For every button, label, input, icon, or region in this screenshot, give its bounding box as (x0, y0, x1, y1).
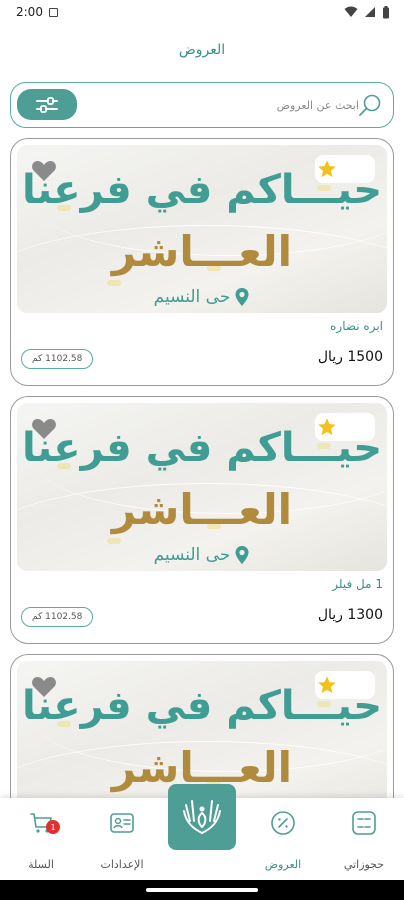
decor-dot (107, 538, 121, 544)
home-fab-button[interactable] (168, 784, 236, 850)
location-pin-icon (235, 288, 249, 306)
status-time: 2:00 (16, 5, 43, 19)
rating-badge (315, 413, 375, 441)
nav-label-cart: السلة (28, 858, 54, 871)
heart-icon[interactable] (31, 159, 57, 183)
home-gesture-handle[interactable] (146, 888, 258, 892)
search-icon[interactable] (357, 92, 383, 118)
distance-badge: 1102.58 كم (21, 349, 94, 369)
id-card-icon (110, 813, 134, 833)
star-icon (318, 160, 336, 178)
battery-icon (383, 5, 389, 18)
location-pin-icon (235, 546, 249, 564)
cart-count-badge: 1 (46, 820, 60, 834)
offer-price: 1500 ريال (317, 349, 383, 365)
offer-name: 1 مل فيلر (332, 577, 383, 591)
notification-icon (48, 7, 58, 17)
offer-image: حيـــاكم في فرعنا العـــاشر حى النسيم (17, 145, 387, 313)
star-icon (318, 418, 336, 436)
bookings-icon (352, 811, 376, 835)
discount-icon (271, 811, 295, 835)
search-input[interactable] (87, 91, 359, 119)
promo-location-label: حى النسيم (153, 545, 231, 565)
heart-icon[interactable] (31, 417, 57, 441)
promo-location: حى النسيم (17, 287, 387, 307)
decor-dot (107, 280, 121, 286)
nav-label-offers: العروض (264, 858, 302, 871)
nav-item-bookings[interactable]: حجوزاتي (329, 810, 399, 871)
wifi-icon (344, 6, 358, 17)
offer-card[interactable]: حيـــاكم في فرعنا العـــاشر حى النسيم 1 … (10, 396, 394, 644)
nav-item-cart[interactable]: 1 السلة (6, 810, 76, 871)
search-bar (10, 82, 394, 128)
sliders-icon (36, 96, 58, 113)
status-right (344, 5, 390, 19)
heart-icon[interactable] (31, 675, 57, 699)
status-bar: 2:00 (0, 0, 404, 24)
filter-button[interactable] (17, 89, 77, 120)
nav-item-offers[interactable]: العروض (248, 810, 318, 871)
signal-icon (365, 7, 375, 17)
promo-location: حى النسيم (17, 545, 387, 565)
system-nav-bar (0, 880, 404, 900)
offer-image: حيـــاكم في فرعنا العـــاشر حى النسيم (17, 403, 387, 571)
promo-branch: العـــاشر (111, 227, 293, 276)
promo-branch: العـــاشر (111, 485, 293, 534)
promo-location-label: حى النسيم (153, 287, 231, 307)
promo-branch: العـــاشر (111, 743, 293, 792)
nav-label-settings: الإعدادات (100, 858, 144, 871)
distance-badge: 1102.58 كم (21, 607, 94, 627)
rating-badge (315, 155, 375, 183)
offer-card[interactable]: حيـــاكم في فرعنا العـــاشر حى النسيم اب… (10, 138, 394, 386)
app-screen: 2:00 العروض ابحث عن العروض حيـــاكم في ف… (0, 0, 404, 900)
offer-price: 1300 ريال (317, 607, 383, 623)
bottom-nav: حجوزاتي العروض الإعدادات 1 السلة (0, 784, 404, 880)
star-icon (318, 676, 336, 694)
nav-label-bookings: حجوزاتي (343, 858, 385, 871)
hands-logo-icon (183, 800, 221, 834)
status-left: 2:00 (16, 5, 58, 19)
rating-badge (315, 671, 375, 699)
nav-item-settings[interactable]: الإعدادات (87, 810, 157, 871)
page-title: العروض (178, 42, 226, 58)
offer-name: ابره نضاره (330, 319, 383, 333)
